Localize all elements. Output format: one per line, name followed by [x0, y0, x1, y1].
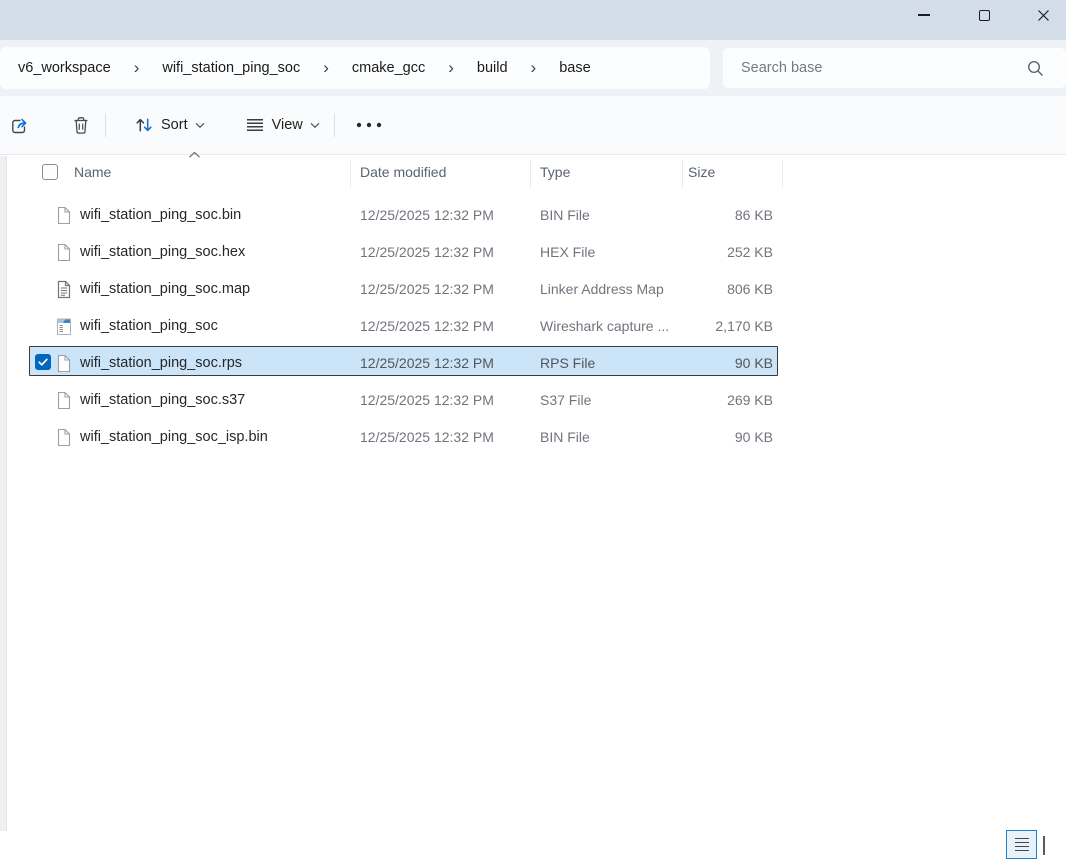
- column-divider[interactable]: [530, 160, 531, 188]
- column-divider[interactable]: [782, 160, 783, 188]
- minimize-icon: [918, 14, 930, 16]
- close-button[interactable]: [1020, 0, 1066, 30]
- search-icon[interactable]: [1027, 60, 1044, 77]
- file-date-modified: 12/25/2025 12:32 PM: [360, 318, 494, 334]
- column-header-date-modified[interactable]: Date modified: [360, 164, 446, 180]
- view-button[interactable]: View: [237, 107, 328, 143]
- ellipsis-icon: [355, 121, 385, 129]
- file-type: BIN File: [540, 207, 590, 223]
- search-input[interactable]: Search base: [723, 48, 1066, 88]
- breadcrumb-separator-icon: ›: [435, 59, 467, 76]
- file-size: 90 KB: [628, 355, 773, 371]
- search-placeholder: Search base: [741, 60, 822, 76]
- thumbnail-view-toggle[interactable]: [1043, 837, 1060, 856]
- file-row[interactable]: wifi_station_ping_soc.bin 12/25/2025 12:…: [8, 196, 1066, 233]
- chevron-down-icon: [195, 122, 205, 129]
- file-icon: [55, 206, 73, 224]
- details-view-icon: [1015, 838, 1029, 840]
- file-date-modified: 12/25/2025 12:32 PM: [360, 355, 494, 371]
- more-options-button[interactable]: [347, 107, 393, 143]
- minimize-button[interactable]: [901, 0, 947, 30]
- file-size: 2,170 KB: [628, 318, 773, 334]
- breadcrumb-item-v6-workspace[interactable]: v6_workspace: [8, 55, 121, 81]
- breadcrumb-item-cmake-gcc[interactable]: cmake_gcc: [342, 55, 435, 81]
- view-lines-icon: [245, 115, 265, 135]
- file-size: 252 KB: [628, 244, 773, 260]
- file-icon: [55, 391, 73, 409]
- file-name: wifi_station_ping_soc.map: [80, 281, 250, 297]
- sort-button[interactable]: Sort: [126, 107, 213, 143]
- breadcrumb-item-build[interactable]: build: [467, 55, 518, 81]
- column-divider[interactable]: [682, 160, 683, 188]
- column-header-size[interactable]: Size: [688, 164, 715, 180]
- breadcrumb-item-base[interactable]: base: [549, 55, 600, 81]
- pane-edge: [0, 156, 7, 831]
- capture-file-icon: [55, 317, 73, 335]
- file-size: 269 KB: [628, 392, 773, 408]
- file-type: RPS File: [540, 355, 595, 371]
- chevron-down-icon: [310, 122, 320, 129]
- toolbar-divider: [334, 113, 335, 137]
- sort-arrows-icon: [134, 115, 154, 135]
- address-bar: v6_workspace › wifi_station_ping_soc › c…: [0, 40, 1066, 96]
- file-row[interactable]: wifi_station_ping_soc.s37 12/25/2025 12:…: [8, 381, 1066, 418]
- toolbar-divider: [105, 113, 106, 137]
- file-row[interactable]: wifi_station_ping_soc 12/25/2025 12:32 P…: [8, 307, 1066, 344]
- details-view-toggle-active[interactable]: [1006, 830, 1037, 859]
- share-button[interactable]: [2, 107, 39, 143]
- file-row[interactable]: wifi_station_ping_soc.hex 12/25/2025 12:…: [8, 233, 1066, 270]
- file-size: 86 KB: [628, 207, 773, 223]
- sort-label: Sort: [161, 117, 188, 133]
- file-name: wifi_station_ping_soc.hex: [80, 244, 245, 260]
- file-date-modified: 12/25/2025 12:32 PM: [360, 281, 494, 297]
- thumbnail-view-icon: [1043, 836, 1045, 855]
- column-header-type[interactable]: Type: [540, 164, 570, 180]
- close-icon: [1037, 9, 1050, 22]
- delete-button[interactable]: [63, 107, 99, 143]
- maximize-button[interactable]: [961, 0, 1007, 30]
- title-bar: [0, 0, 1066, 40]
- maximize-icon: [979, 10, 990, 21]
- file-date-modified: 12/25/2025 12:32 PM: [360, 244, 494, 260]
- file-date-modified: 12/25/2025 12:32 PM: [360, 392, 494, 408]
- file-type: BIN File: [540, 429, 590, 445]
- view-label: View: [272, 117, 303, 133]
- breadcrumb-separator-icon: ›: [121, 59, 153, 76]
- file-name: wifi_station_ping_soc.s37: [80, 392, 245, 408]
- file-row[interactable]: wifi_station_ping_soc_isp.bin 12/25/2025…: [8, 418, 1066, 455]
- column-header-name[interactable]: Name: [74, 164, 111, 180]
- file-name: wifi_station_ping_soc.bin: [80, 207, 241, 223]
- file-size: 90 KB: [628, 429, 773, 445]
- file-list: wifi_station_ping_soc.bin 12/25/2025 12:…: [8, 196, 1066, 455]
- breadcrumb: v6_workspace › wifi_station_ping_soc › c…: [0, 47, 710, 89]
- file-date-modified: 12/25/2025 12:32 PM: [360, 207, 494, 223]
- file-type: S37 File: [540, 392, 591, 408]
- document-icon: [55, 280, 73, 298]
- trash-icon: [71, 115, 91, 136]
- row-checkbox-checked[interactable]: [35, 354, 51, 370]
- file-size: 806 KB: [628, 281, 773, 297]
- file-name: wifi_station_ping_soc.rps: [80, 355, 242, 371]
- file-row[interactable]: wifi_station_ping_soc.map 12/25/2025 12:…: [8, 270, 1066, 307]
- file-type: HEX File: [540, 244, 595, 260]
- breadcrumb-separator-icon: ›: [518, 59, 550, 76]
- file-date-modified: 12/25/2025 12:32 PM: [360, 429, 494, 445]
- file-icon: [55, 428, 73, 446]
- file-name: wifi_station_ping_soc_isp.bin: [80, 429, 268, 445]
- file-row-selected[interactable]: wifi_station_ping_soc.rps 12/25/2025 12:…: [8, 344, 1066, 381]
- file-name: wifi_station_ping_soc: [80, 318, 218, 334]
- column-header-row: Name Date modified Type Size: [8, 158, 798, 190]
- file-icon: [55, 243, 73, 261]
- command-toolbar: Sort View: [0, 96, 1066, 155]
- share-icon: [10, 115, 31, 136]
- sort-ascending-icon: [188, 151, 201, 159]
- file-icon: [55, 354, 73, 372]
- column-divider[interactable]: [350, 160, 351, 188]
- breadcrumb-item-wifi-station-ping-soc[interactable]: wifi_station_ping_soc: [152, 55, 310, 81]
- breadcrumb-separator-icon: ›: [310, 59, 342, 76]
- select-all-checkbox[interactable]: [42, 164, 58, 180]
- checkmark-icon: [37, 356, 49, 368]
